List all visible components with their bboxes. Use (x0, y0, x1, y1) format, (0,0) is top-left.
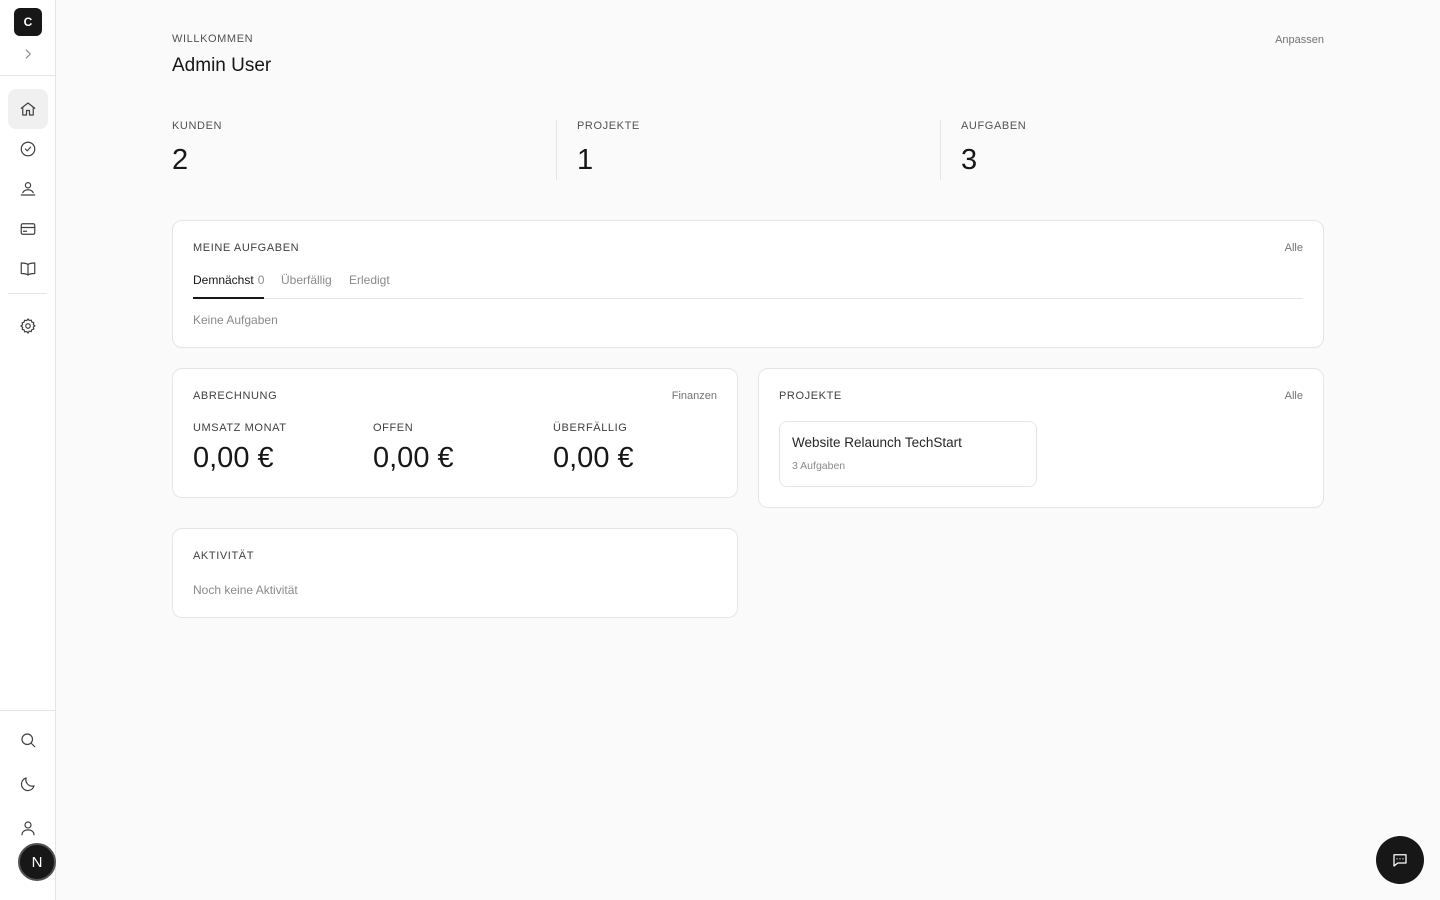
nav-home[interactable] (8, 89, 48, 129)
project-name: Website Relaunch TechStart (792, 435, 962, 450)
credit-card-icon (20, 223, 36, 235)
stat-value: 1 (577, 144, 594, 176)
customize-link[interactable]: Anpassen (1275, 34, 1324, 46)
empty-state: Keine Aufgaben (193, 313, 278, 327)
stat-label: AUFGABEN (961, 120, 1027, 132)
metric-revenue-month: UMSATZ MONAT 0,00 € (193, 422, 287, 475)
empty-state: Noch keine Aktivität (193, 583, 298, 597)
search-button[interactable] (8, 720, 48, 760)
finances-link[interactable]: Finanzen (672, 390, 717, 402)
search-icon (21, 733, 36, 748)
stat-label: PROJEKTE (577, 120, 640, 132)
task-tabs: Demnächst 0 Überfällig Erledigt (193, 273, 1303, 299)
sidebar: C N (0, 0, 56, 900)
profile-button[interactable] (8, 808, 48, 848)
chat-button[interactable] (1376, 836, 1424, 884)
metric-label: UMSATZ MONAT (193, 422, 287, 434)
metric-value: 0,00 € (193, 442, 274, 474)
metric-label: ÜBERFÄLLIG (553, 422, 628, 434)
sidebar-divider (0, 75, 55, 76)
all-tasks-link[interactable]: Alle (1285, 242, 1303, 254)
gear-icon (20, 318, 36, 334)
nav-tasks[interactable] (8, 129, 48, 169)
tab-label: Demnächst (193, 273, 254, 287)
stat-value: 3 (961, 144, 978, 176)
project-item[interactable]: Website Relaunch TechStart 3 Aufgaben (779, 421, 1037, 487)
metric-label: OFFEN (373, 422, 414, 434)
nav-settings[interactable] (8, 306, 48, 346)
stat-divider (940, 120, 941, 180)
metric-value: 0,00 € (373, 442, 454, 474)
stat-divider (556, 120, 557, 180)
nav-docs[interactable] (8, 249, 48, 289)
card-title: MEINE AUFGABEN (193, 242, 300, 254)
tab-upcoming[interactable]: Demnächst 0 (193, 273, 265, 299)
workspace-logo[interactable]: C (14, 8, 42, 36)
stat-tasks[interactable]: AUFGABEN 3 (961, 120, 1026, 180)
book-icon (20, 262, 36, 276)
all-projects-link[interactable]: Alle (1285, 390, 1303, 402)
stat-projects[interactable]: PROJEKTE 1 (577, 120, 640, 180)
user-icon (21, 821, 35, 836)
users-icon (20, 182, 36, 196)
check-circle-icon (20, 141, 36, 157)
stat-customers[interactable]: KUNDEN 2 (172, 120, 222, 180)
metric-value: 0,00 € (553, 442, 634, 474)
home-icon (20, 102, 36, 116)
chevron-right-icon (25, 49, 31, 59)
metric-open: OFFEN 0,00 € (373, 422, 454, 475)
card-title: ABRECHNUNG (193, 390, 278, 402)
sidebar-divider (8, 293, 47, 294)
nav-customers[interactable] (8, 169, 48, 209)
card-title: PROJEKTE (779, 390, 842, 402)
my-tasks-card: MEINE AUFGABEN Alle Demnächst 0 Überfälli… (172, 220, 1324, 348)
expand-sidebar-button[interactable] (18, 44, 38, 64)
nav-billing[interactable] (8, 209, 48, 249)
sidebar-divider (0, 710, 55, 711)
moon-icon (20, 777, 35, 792)
projects-card: PROJEKTE Alle Website Relaunch TechStart… (758, 368, 1324, 508)
billing-card: ABRECHNUNG Finanzen UMSATZ MONAT 0,00 € … (172, 368, 738, 498)
page-title: Admin User (172, 55, 272, 76)
avatar[interactable]: N (18, 843, 56, 881)
stat-value: 2 (172, 144, 189, 176)
project-task-count: 3 Aufgaben (792, 460, 846, 472)
chat-icon (1393, 854, 1407, 867)
theme-toggle-button[interactable] (8, 764, 48, 804)
tab-overdue[interactable]: Überfällig (281, 273, 332, 299)
activity-card: AKTIVITÄT Noch keine Aktivität (172, 528, 738, 618)
tab-done[interactable]: Erledigt (349, 273, 390, 299)
tab-count: 0 (257, 273, 265, 287)
stat-label: KUNDEN (172, 120, 223, 132)
card-title: AKTIVITÄT (193, 550, 255, 562)
welcome-eyebrow: WILLKOMMEN (172, 33, 254, 45)
metric-overdue: ÜBERFÄLLIG 0,00 € (553, 422, 634, 475)
